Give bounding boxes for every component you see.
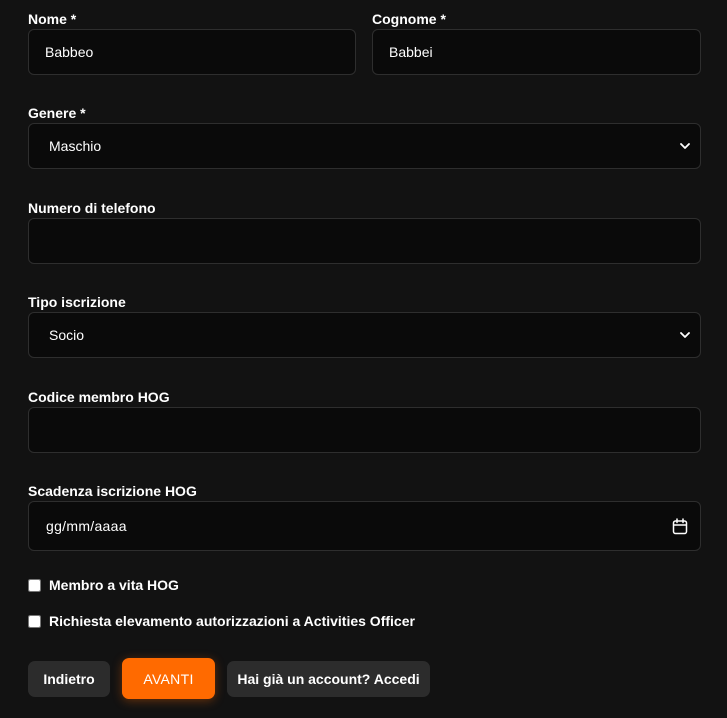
date-placeholder: gg/mm/aaaa: [46, 518, 127, 534]
membro-vita-label: Membro a vita HOG: [49, 577, 179, 593]
calendar-icon[interactable]: [672, 517, 688, 535]
richiesta-officer-row[interactable]: Richiesta elevamento autorizzazioni a Ac…: [28, 613, 415, 629]
nome-input[interactable]: [28, 29, 356, 75]
membro-vita-row[interactable]: Membro a vita HOG: [28, 577, 179, 593]
richiesta-officer-checkbox[interactable]: [28, 614, 41, 628]
nome-label: Nome *: [28, 11, 77, 27]
login-link-button[interactable]: Hai già un account? Accedi: [227, 661, 430, 697]
tipo-iscrizione-selected-value: Socio: [49, 327, 85, 343]
cognome-input[interactable]: [372, 29, 701, 75]
cognome-label: Cognome *: [372, 11, 446, 27]
next-button[interactable]: AVANTI: [122, 658, 215, 699]
chevron-down-icon: [678, 328, 692, 342]
genere-select[interactable]: Maschio: [28, 123, 701, 169]
chevron-down-icon: [678, 139, 692, 153]
membro-vita-checkbox[interactable]: [28, 578, 41, 592]
genere-selected-value: Maschio: [49, 138, 102, 154]
richiesta-officer-label: Richiesta elevamento autorizzazioni a Ac…: [49, 613, 415, 629]
tipo-iscrizione-select[interactable]: Socio: [28, 312, 701, 358]
telefono-label: Numero di telefono: [28, 200, 156, 216]
back-button[interactable]: Indietro: [28, 661, 110, 697]
codice-hog-label: Codice membro HOG: [28, 389, 170, 405]
codice-hog-input[interactable]: [28, 407, 701, 453]
tipo-iscrizione-label: Tipo iscrizione: [28, 294, 126, 310]
scadenza-hog-label: Scadenza iscrizione HOG: [28, 483, 197, 499]
genere-label: Genere *: [28, 105, 86, 121]
scadenza-hog-date-input[interactable]: gg/mm/aaaa: [28, 501, 701, 551]
telefono-input[interactable]: [28, 218, 701, 264]
